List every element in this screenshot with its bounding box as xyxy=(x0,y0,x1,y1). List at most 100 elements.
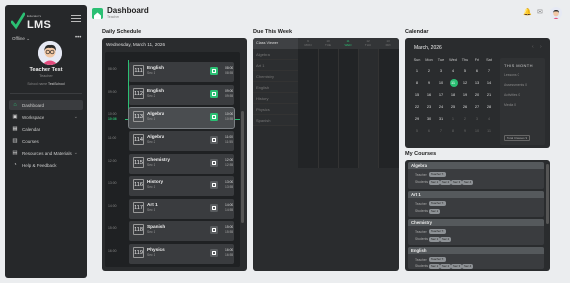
calendar-day[interactable]: 3 xyxy=(435,66,447,76)
open-class-icon[interactable] xyxy=(210,113,218,121)
nav-workspace[interactable]: ▣ Workspace ⌄ xyxy=(9,112,83,122)
calendar-day-other-month[interactable]: 2 xyxy=(459,114,471,124)
section-pill[interactable]: Sec 1 xyxy=(429,237,441,242)
more-options-icon[interactable]: ••• xyxy=(75,35,81,41)
section-pill[interactable]: Sec 4 xyxy=(462,180,474,185)
calendar-day[interactable]: 22 xyxy=(411,102,423,112)
section-pill[interactable]: Sec 3 xyxy=(451,180,463,185)
calendar-day[interactable]: 8 xyxy=(411,78,423,88)
course-card[interactable]: Chemistry Teacher Teacher T. Students Se… xyxy=(408,219,544,245)
calendar-day-other-month[interactable]: 3 xyxy=(471,114,483,124)
scrollbar[interactable] xyxy=(546,164,549,224)
class-viewer-tab[interactable]: Class Viewer xyxy=(253,38,298,49)
calendar-day[interactable]: 29 xyxy=(411,114,423,124)
chevron-right-icon[interactable]: › xyxy=(540,44,542,50)
header-avatar[interactable] xyxy=(550,7,562,19)
open-class-icon[interactable] xyxy=(210,181,218,189)
nav-dashboard[interactable]: ⌂ Dashboard xyxy=(9,100,83,110)
calendar-day[interactable]: 24 xyxy=(435,102,447,112)
calendar-day-other-month[interactable]: 6 xyxy=(423,126,435,136)
class-card[interactable]: 111 English Sec 1 08:00 08:55 xyxy=(129,62,234,82)
calendar-day[interactable]: 30 xyxy=(423,114,435,124)
class-row-label[interactable]: Spanish xyxy=(253,115,298,126)
class-row-label[interactable]: Algebra xyxy=(253,49,298,60)
chevron-left-icon[interactable]: ‹ xyxy=(532,44,534,50)
calendar-day[interactable]: 1 xyxy=(411,66,423,76)
section-pill[interactable]: Sec 1 xyxy=(429,180,441,185)
calendar-day[interactable]: 26 xyxy=(459,102,471,112)
calendar-day[interactable]: 7 xyxy=(483,66,495,76)
class-card[interactable]: 116 History Sec 1 13:00 13:55 xyxy=(129,176,234,196)
open-class-icon[interactable] xyxy=(210,226,218,234)
calendar-day[interactable]: 27 xyxy=(471,102,483,112)
open-class-icon[interactable] xyxy=(210,136,218,144)
calendar-day[interactable]: 6 xyxy=(471,66,483,76)
section-pill[interactable]: Sec 2 xyxy=(440,237,452,242)
open-class-icon[interactable] xyxy=(210,249,218,257)
nav-resources[interactable]: ▤ Resources and Materials ⌄ xyxy=(9,148,83,158)
section-pill[interactable]: Sec 2 xyxy=(440,180,452,185)
calendar-day-other-month[interactable]: 5 xyxy=(411,126,423,136)
calendar-day-other-month[interactable]: 11 xyxy=(483,126,495,136)
class-card[interactable]: 115 Chemistry Sec 1 12:00 12:55 xyxy=(129,154,234,174)
calendar-day[interactable]: 5 xyxy=(459,66,471,76)
open-class-icon[interactable] xyxy=(210,90,218,98)
schedule-timeline[interactable]: 08:00 09:00 10:00 10:36 11:00 12:00 13:0… xyxy=(105,52,240,267)
class-row-label[interactable]: Art 1 xyxy=(253,60,298,71)
app-logo[interactable]: Educator's LMS xyxy=(11,12,57,32)
section-pill[interactable]: Sec 1 xyxy=(429,209,441,214)
avatar[interactable] xyxy=(38,41,62,65)
calendar-day[interactable]: 2 xyxy=(423,66,435,76)
class-row-label[interactable]: Physics xyxy=(253,104,298,115)
calendar-day-other-month[interactable]: 8 xyxy=(447,126,459,136)
calendar-day[interactable]: 10 xyxy=(435,78,447,88)
calendar-day[interactable]: 15 xyxy=(411,90,423,100)
class-row-label[interactable]: Chemistry xyxy=(253,71,298,82)
status-dropdown[interactable]: Offline ⌄ xyxy=(12,36,30,42)
calendar-day[interactable]: 16 xyxy=(423,90,435,100)
class-card[interactable]: 119 Physics Sec 1 16:00 16:55 xyxy=(129,244,234,264)
calendar-day[interactable]: 21 xyxy=(483,90,495,100)
open-class-icon[interactable] xyxy=(210,67,218,75)
notification-bell-icon[interactable]: 🔔 xyxy=(523,9,532,17)
scrollbar[interactable] xyxy=(241,111,244,223)
open-class-icon[interactable] xyxy=(210,159,218,167)
nav-calendar[interactable]: ▦ Calendar xyxy=(9,124,83,134)
calendar-day-selected[interactable]: 11 xyxy=(447,78,459,88)
calendar-day-other-month[interactable]: 4 xyxy=(483,114,495,124)
calendar-day[interactable]: 20 xyxy=(471,90,483,100)
calendar-day[interactable]: 14 xyxy=(483,78,495,88)
calendar-day[interactable]: 17 xyxy=(435,90,447,100)
calendar-day-other-month[interactable]: 9 xyxy=(459,126,471,136)
course-card[interactable]: Art 1 Teacher Teacher T. Students Sec 1 xyxy=(408,191,544,217)
calendar-day[interactable]: 19 xyxy=(459,90,471,100)
messages-icon[interactable]: ✉ xyxy=(537,9,545,17)
calendar-day[interactable]: 9 xyxy=(423,78,435,88)
open-class-icon[interactable] xyxy=(210,204,218,212)
course-card[interactable]: English Teacher Teacher T. Students Sec … xyxy=(408,247,544,269)
calendar-day[interactable]: 13 xyxy=(471,78,483,88)
class-card[interactable]: 112 English Sec 2 09:00 09:55 xyxy=(129,85,234,105)
calendar-day-other-month[interactable]: 1 xyxy=(447,114,459,124)
class-row-label[interactable]: History xyxy=(253,93,298,104)
calendar-day[interactable]: 12 xyxy=(459,78,471,88)
calendar-day[interactable]: 28 xyxy=(483,102,495,112)
class-card-current[interactable]: 113 Algebra Sec 1 10:00 10:55 xyxy=(128,107,235,129)
calendar-day[interactable]: 25 xyxy=(447,102,459,112)
nav-courses[interactable]: ▥ Courses xyxy=(9,136,83,146)
class-card[interactable]: 114 Algebra Sec 2 11:00 11:55 xyxy=(129,131,234,151)
calendar-day[interactable]: 18 xyxy=(447,90,459,100)
class-card[interactable]: 117 Art 1 Sec 1 14:00 14:55 xyxy=(129,199,234,219)
hamburger-menu-icon[interactable] xyxy=(71,15,81,23)
course-card[interactable]: Algebra Teacher Teacher T. Students Sec … xyxy=(408,162,544,189)
section-pill[interactable]: Sec 3 xyxy=(451,264,463,269)
calendar-day[interactable]: 23 xyxy=(423,102,435,112)
total-classes-button[interactable]: Total Classes 9 xyxy=(504,135,530,141)
class-card[interactable]: 118 Spanish Sec 1 15:00 15:55 xyxy=(129,221,234,241)
calendar-day-other-month[interactable]: 7 xyxy=(435,126,447,136)
calendar-day[interactable]: 31 xyxy=(435,114,447,124)
nav-help[interactable]: ◔ Help & Feedback xyxy=(9,160,83,170)
section-pill[interactable]: Sec 4 xyxy=(462,264,474,269)
section-pill[interactable]: Sec 2 xyxy=(440,264,452,269)
section-pill[interactable]: Sec 1 xyxy=(429,264,441,269)
